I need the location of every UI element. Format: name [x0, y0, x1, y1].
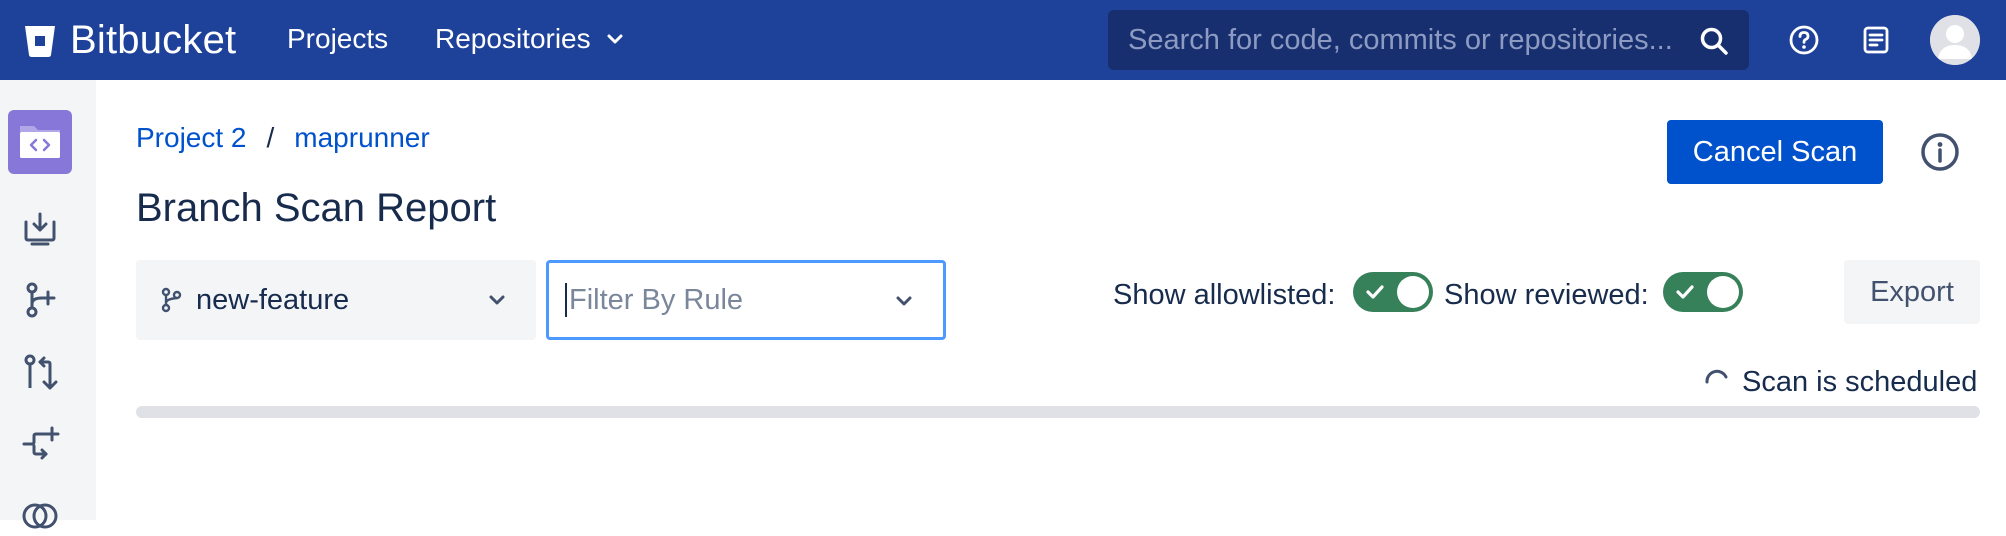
project-avatar-icon [20, 126, 60, 158]
show-reviewed-toggle[interactable] [1663, 272, 1743, 312]
compare-icon[interactable] [20, 424, 60, 464]
pull-requests-icon[interactable] [20, 352, 60, 392]
search-icon[interactable] [1699, 26, 1729, 56]
show-allowlisted-toggle[interactable] [1353, 272, 1433, 312]
breadcrumb-repository-link[interactable]: maprunner [294, 122, 429, 154]
branch-select-value: new-feature [196, 283, 350, 316]
clone-icon[interactable] [20, 208, 60, 248]
text-cursor [565, 283, 567, 317]
show-allowlisted-label: Show allowlisted: [1113, 279, 1336, 311]
bitbucket-logo-icon [25, 25, 55, 57]
check-icon [1366, 285, 1384, 299]
filter-by-rule-select[interactable]: Filter By Rule [546, 260, 946, 340]
page-title: Branch Scan Report [136, 186, 497, 230]
spinner-icon [1705, 369, 1728, 384]
search-placeholder: Search for code, commits or repositories… [1128, 23, 1673, 56]
export-button[interactable]: Export [1844, 260, 1980, 324]
bitbucket-logo[interactable]: Bitbucket [24, 18, 236, 63]
more-icon[interactable] [20, 496, 60, 536]
cancel-scan-button[interactable]: Cancel Scan [1667, 120, 1883, 184]
check-icon [1676, 285, 1694, 299]
breadcrumb-project-link[interactable]: Project 2 [136, 122, 247, 154]
user-avatar-icon [1930, 15, 1980, 65]
toggle-knob [1397, 276, 1429, 308]
sidebar [0, 80, 96, 529]
info-icon[interactable] [1920, 132, 1960, 172]
search-input[interactable]: Search for code, commits or repositories… [1108, 10, 1749, 70]
avatar[interactable] [1930, 15, 1980, 65]
help-icon[interactable] [1788, 24, 1820, 56]
top-navigation: Bitbucket Projects Repositories Search f… [0, 0, 2006, 80]
breadcrumb-separator: / [266, 122, 275, 153]
breadcrumb: Project 2 / maprunner [136, 122, 430, 154]
chevron-down-icon [896, 296, 912, 306]
branches-icon[interactable] [20, 280, 60, 320]
nav-repositories-label: Repositories [435, 23, 591, 54]
nav-projects-link[interactable]: Projects [287, 23, 388, 55]
nav-repositories-dropdown[interactable]: Repositories [435, 23, 625, 55]
chevron-down-icon [489, 295, 505, 305]
app-name: Bitbucket [70, 18, 237, 62]
chevron-down-icon [607, 34, 623, 44]
release-notes-icon[interactable] [1860, 24, 1892, 56]
filter-by-rule-placeholder: Filter By Rule [569, 283, 744, 316]
sidebar-item-project[interactable] [8, 110, 72, 174]
branch-icon [161, 287, 182, 313]
scan-status-text: Scan is scheduled [1742, 366, 1978, 398]
branch-select[interactable]: new-feature [136, 260, 536, 340]
toggle-knob [1707, 276, 1739, 308]
scan-progress-bar [136, 406, 1980, 418]
show-reviewed-label: Show reviewed: [1444, 279, 1649, 311]
